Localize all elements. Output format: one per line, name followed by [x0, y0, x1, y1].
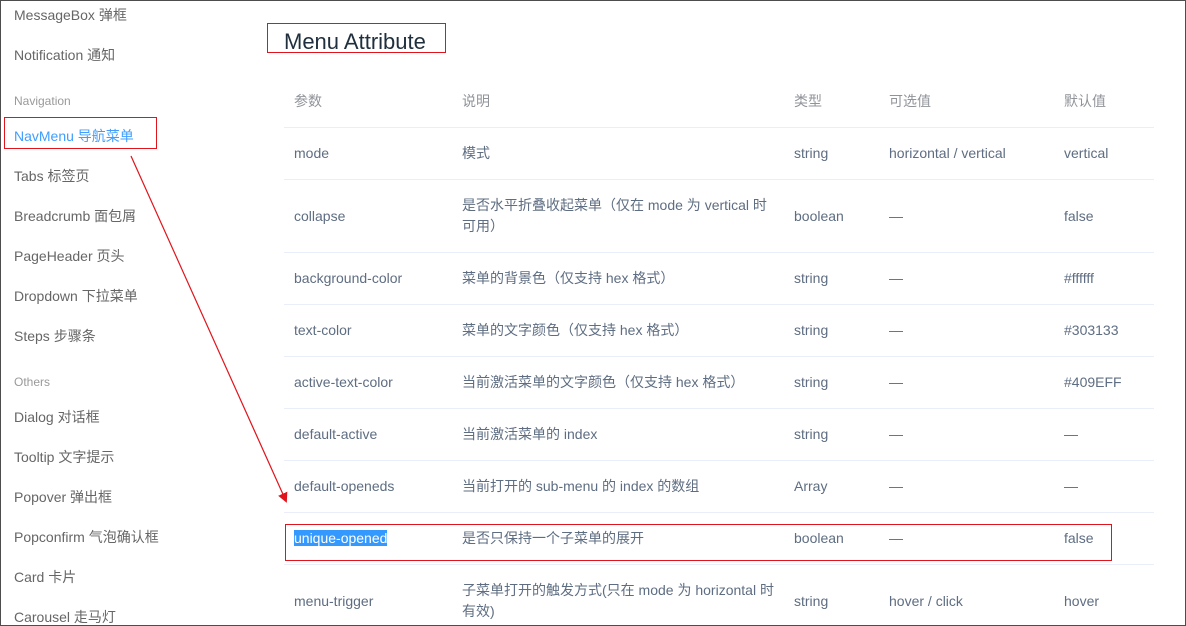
cell-type: string: [784, 127, 879, 180]
cell-default: —: [1054, 408, 1154, 461]
cell-options: —: [879, 252, 1054, 305]
attribute-table: 参数 说明 类型 可选值 默认值 mode 模式 string horizont…: [284, 75, 1154, 625]
cell-default: vertical: [1054, 127, 1154, 180]
table-row: default-openeds 当前打开的 sub-menu 的 index 的…: [284, 460, 1154, 513]
table-row: background-color 菜单的背景色（仅支持 hex 格式） stri…: [284, 252, 1154, 305]
cell-type: string: [784, 252, 879, 305]
cell-options: horizontal / vertical: [879, 127, 1054, 180]
sidebar: MessageBox 弹框 Notification 通知 Navigation…: [1, 1, 251, 625]
table-row-highlighted: unique-opened 是否只保持一个子菜单的展开 boolean — fa…: [284, 512, 1154, 565]
cell-type: string: [784, 356, 879, 409]
table-row: collapse 是否水平折叠收起菜单（仅在 mode 为 vertical 时…: [284, 179, 1154, 253]
table-row: menu-trigger 子菜单打开的触发方式(只在 mode 为 horizo…: [284, 564, 1154, 625]
cell-type: string: [784, 564, 879, 625]
table-row: mode 模式 string horizontal / vertical ver…: [284, 127, 1154, 180]
sidebar-item-breadcrumb[interactable]: Breadcrumb 面包屑: [14, 206, 136, 226]
cell-options: —: [879, 512, 1054, 565]
sidebar-item-carousel[interactable]: Carousel 走马灯: [14, 607, 116, 625]
cell-options: —: [879, 408, 1054, 461]
sidebar-item-pageheader[interactable]: PageHeader 页头: [14, 246, 125, 266]
cell-default: false: [1054, 179, 1154, 253]
sidebar-item-card[interactable]: Card 卡片: [14, 567, 76, 587]
header-default: 默认值: [1054, 75, 1154, 128]
cell-param: menu-trigger: [284, 564, 452, 625]
cell-description: 当前激活菜单的 index: [452, 408, 784, 461]
cell-param: mode: [284, 127, 452, 180]
table-row: default-active 当前激活菜单的 index string — —: [284, 408, 1154, 461]
sidebar-item-dropdown[interactable]: Dropdown 下拉菜单: [14, 286, 138, 306]
cell-param: default-active: [284, 408, 452, 461]
cell-param: background-color: [284, 252, 452, 305]
cell-options: —: [879, 460, 1054, 513]
cell-type: string: [784, 304, 879, 357]
cell-options: hover / click: [879, 564, 1054, 625]
cell-default: false: [1054, 512, 1154, 565]
cell-description: 菜单的文字颜色（仅支持 hex 格式）: [452, 304, 784, 357]
cell-type: string: [784, 408, 879, 461]
cell-default: #409EFF: [1054, 356, 1154, 409]
cell-type: boolean: [784, 179, 879, 253]
header-param: 参数: [284, 75, 452, 128]
cell-description: 当前打开的 sub-menu 的 index 的数组: [452, 460, 784, 513]
cell-description: 是否水平折叠收起菜单（仅在 mode 为 vertical 时可用）: [452, 179, 784, 253]
header-options: 可选值: [879, 75, 1054, 128]
table-row: active-text-color 当前激活菜单的文字颜色（仅支持 hex 格式…: [284, 356, 1154, 409]
screenshot-frame: MessageBox 弹框 Notification 通知 Navigation…: [0, 0, 1186, 626]
cell-param[interactable]: unique-opened: [284, 512, 452, 565]
cell-type: Array: [784, 460, 879, 513]
cell-param: default-openeds: [284, 460, 452, 513]
sidebar-item-notification[interactable]: Notification 通知: [14, 45, 115, 65]
cell-options: —: [879, 304, 1054, 357]
table-row: text-color 菜单的文字颜色（仅支持 hex 格式） string — …: [284, 304, 1154, 357]
table-header-row: 参数 说明 类型 可选值 默认值: [284, 75, 1154, 128]
sidebar-item-dialog[interactable]: Dialog 对话框: [14, 407, 100, 427]
cell-description: 模式: [452, 127, 784, 180]
header-type: 类型: [784, 75, 879, 128]
page-title: Menu Attribute: [284, 29, 426, 54]
cell-param: active-text-color: [284, 356, 452, 409]
header-description: 说明: [452, 75, 784, 128]
cell-description: 菜单的背景色（仅支持 hex 格式）: [452, 252, 784, 305]
selected-text[interactable]: unique-opened: [294, 530, 388, 546]
cell-description: 子菜单打开的触发方式(只在 mode 为 horizontal 时有效): [452, 564, 784, 625]
cell-options: —: [879, 356, 1054, 409]
sidebar-group-others: Others: [14, 375, 51, 389]
cell-default: #303133: [1054, 304, 1154, 357]
cell-param: collapse: [284, 179, 452, 253]
sidebar-group-navigation: Navigation: [14, 94, 71, 108]
cell-description: 当前激活菜单的文字颜色（仅支持 hex 格式）: [452, 356, 784, 409]
cell-default: hover: [1054, 564, 1154, 625]
sidebar-item-tabs[interactable]: Tabs 标签页: [14, 166, 89, 186]
sidebar-item-popover[interactable]: Popover 弹出框: [14, 487, 112, 507]
cell-param: text-color: [284, 304, 452, 357]
sidebar-item-popconfirm[interactable]: Popconfirm 气泡确认框: [14, 527, 159, 547]
cell-description: 是否只保持一个子菜单的展开: [452, 512, 784, 565]
cell-options: —: [879, 179, 1054, 253]
cell-type: boolean: [784, 512, 879, 565]
sidebar-item-navmenu[interactable]: NavMenu 导航菜单: [14, 126, 134, 146]
cell-default: #ffffff: [1054, 252, 1154, 305]
cell-default: —: [1054, 460, 1154, 513]
sidebar-item-tooltip[interactable]: Tooltip 文字提示: [14, 447, 114, 467]
sidebar-item-steps[interactable]: Steps 步骤条: [14, 326, 96, 346]
sidebar-item-messagebox[interactable]: MessageBox 弹框: [14, 5, 127, 25]
